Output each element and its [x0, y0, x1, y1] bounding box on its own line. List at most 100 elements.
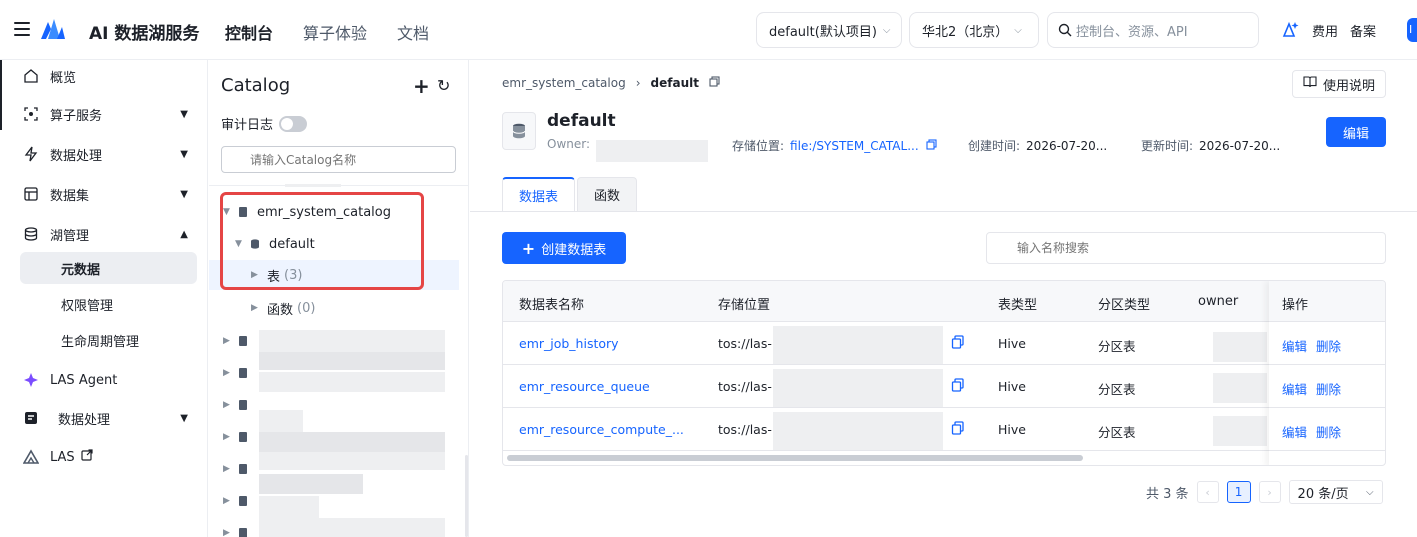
edit-table-link[interactable]: 编辑 [1282, 336, 1307, 355]
sidebar-item-data-processing-2[interactable]: 数据处理 ▼ [22, 402, 198, 434]
sidebar-item-permissions[interactable]: 权限管理 [20, 288, 197, 320]
caret-down-icon: ▼ [235, 239, 242, 249]
column-header: 分区类型 [1098, 298, 1151, 313]
redacted-owner [1213, 373, 1267, 403]
create-table-button[interactable]: + 创建数据表 [502, 232, 626, 264]
tree-node-label: 表 [267, 269, 281, 285]
sidebar-item-label: 数据处理 [58, 412, 111, 428]
user-guide-button[interactable]: 使用说明 [1292, 70, 1386, 98]
chevron-down-icon: ▼ [180, 412, 188, 424]
table-search-input[interactable] [986, 232, 1386, 264]
table-partition: 分区表 [1098, 339, 1136, 354]
redacted-location [773, 412, 943, 450]
home-icon [22, 67, 40, 85]
audit-log-toggle[interactable] [279, 116, 307, 132]
sidebar-item-lake-management[interactable]: 湖管理 ▲ [22, 218, 198, 250]
redacted-block [259, 518, 445, 537]
updated-label: 更新时间: [1141, 139, 1194, 153]
database-avatar [502, 112, 536, 150]
redacted-block [259, 330, 445, 352]
processing-icon [22, 409, 40, 427]
breadcrumb-catalog[interactable]: emr_system_catalog [502, 76, 626, 90]
delete-table-link[interactable]: 删除 [1316, 379, 1341, 398]
copy-icon[interactable] [951, 378, 965, 392]
table-location: tos://las- [718, 422, 772, 437]
nav-console[interactable]: 控制台 [225, 20, 273, 44]
catalog-book-icon [237, 367, 249, 379]
storage-link[interactable]: file:/SYSTEM_CATAL... [790, 139, 919, 153]
avatar[interactable]: I [1407, 18, 1417, 42]
tree-node-tables[interactable]: ▶ 表 (3) [209, 260, 459, 290]
caret-right-icon: ▶ [223, 528, 230, 537]
tab-functions[interactable]: 函数 [577, 177, 638, 211]
copy-icon[interactable] [926, 139, 938, 153]
add-catalog-icon[interactable]: + [413, 74, 430, 98]
table-row: emr_resource_queue tos://las- Hive 分区表 编… [503, 365, 1385, 408]
sparkle-icon [22, 371, 40, 389]
table-name-link[interactable]: emr_job_history [519, 336, 619, 351]
project-select[interactable]: default(默认项目) ⌵ [756, 12, 902, 48]
caret-down-icon: ▼ [223, 207, 230, 217]
column-header: 操作 [1282, 298, 1309, 313]
caret-right-icon: ▶ [251, 270, 258, 280]
sidebar-item-lifecycle[interactable]: 生命周期管理 [20, 324, 197, 356]
copy-icon[interactable] [709, 76, 720, 90]
sidebar-item-las-agent[interactable]: LAS Agent [22, 364, 198, 396]
delete-table-link[interactable]: 删除 [1316, 336, 1341, 355]
catalog-search-input[interactable] [221, 146, 456, 173]
global-search-input[interactable]: 控制台、资源、API [1047, 12, 1259, 48]
chevron-down-icon: ▼ [180, 148, 188, 160]
catalog-book-icon [237, 206, 249, 218]
user-guide-label: 使用说明 [1322, 78, 1375, 94]
sidebar-item-label: 湖管理 [50, 228, 90, 244]
sidebar-item-metadata[interactable]: 元数据 [20, 252, 197, 284]
tree-node-default-db[interactable]: ▼ default [209, 229, 459, 259]
prev-page-button[interactable]: ‹ [1196, 481, 1219, 503]
tab-tables[interactable]: 数据表 [502, 177, 576, 211]
region-select[interactable]: 华北2（北京） ⌵ [909, 12, 1039, 48]
table-row: emr_resource_compute_... tos://las- Hive… [503, 408, 1385, 451]
edit-database-button[interactable]: 编辑 [1326, 117, 1386, 147]
updated-value: 2026-07-20... [1199, 139, 1281, 153]
chevron-down-icon: ▼ [180, 188, 188, 200]
nav-docs[interactable]: 文档 [397, 20, 429, 44]
sidebar-item-las[interactable]: LAS [22, 441, 198, 473]
billing-link[interactable]: 费用 [1312, 21, 1338, 40]
filing-link[interactable]: 备案 [1350, 21, 1376, 40]
copy-icon[interactable] [951, 421, 965, 435]
table-row: emr_job_history tos://las- Hive 分区表 编辑 删… [503, 322, 1385, 365]
delete-table-link[interactable]: 删除 [1316, 422, 1341, 441]
redacted-owner [1213, 332, 1267, 362]
copy-icon[interactable] [951, 335, 965, 349]
tree-node-redacted[interactable]: ▶ [209, 390, 459, 420]
nav-operator-trial[interactable]: 算子体验 [303, 20, 367, 44]
sidebar-item-dataset[interactable]: 数据集 ▼ [22, 178, 198, 210]
menu-icon[interactable] [14, 22, 30, 36]
chevron-down-icon: ⌵ [1365, 486, 1374, 498]
sidebar-item-operator-service[interactable]: 算子服务 ▼ [22, 98, 198, 130]
las-logo-icon [22, 448, 40, 466]
table-name-link[interactable]: emr_resource_compute_... [519, 422, 684, 437]
create-table-label: 创建数据表 [541, 242, 607, 258]
edit-table-link[interactable]: 编辑 [1282, 379, 1307, 398]
table-partition: 分区表 [1098, 425, 1136, 440]
ai-assistant-icon[interactable] [1280, 20, 1300, 40]
sidebar-item-overview[interactable]: 概览 [22, 60, 198, 92]
page-number-button[interactable]: 1 [1226, 481, 1251, 503]
tree-scrollbar[interactable] [465, 455, 468, 537]
table-name-link[interactable]: emr_resource_queue [519, 379, 650, 394]
breadcrumb-current: default [650, 76, 699, 90]
page-size-select[interactable]: 20 条/页 ⌵ [1288, 480, 1383, 504]
tree-node-functions[interactable]: ▶ 函数 (0) [209, 293, 459, 323]
page-size-value: 20 条/页 [1297, 486, 1349, 502]
tree-node-emr-system-catalog[interactable]: ▼ emr_system_catalog [209, 197, 459, 227]
sidebar-item-data-processing[interactable]: 数据处理 ▼ [22, 138, 198, 170]
left-sidebar: 概览 算子服务 ▼ 数据处理 ▼ 数据集 ▼ 湖管理 ▲ 元数据 权限管理 生命… [0, 60, 208, 537]
horizontal-scrollbar[interactable] [507, 455, 1083, 461]
database-icon [22, 225, 40, 243]
next-page-button[interactable]: › [1258, 481, 1281, 503]
brand-title: AI 数据湖服务 [89, 24, 200, 44]
edit-table-link[interactable]: 编辑 [1282, 422, 1307, 441]
refresh-icon[interactable]: ↻ [437, 76, 450, 95]
redacted-location [773, 326, 943, 364]
